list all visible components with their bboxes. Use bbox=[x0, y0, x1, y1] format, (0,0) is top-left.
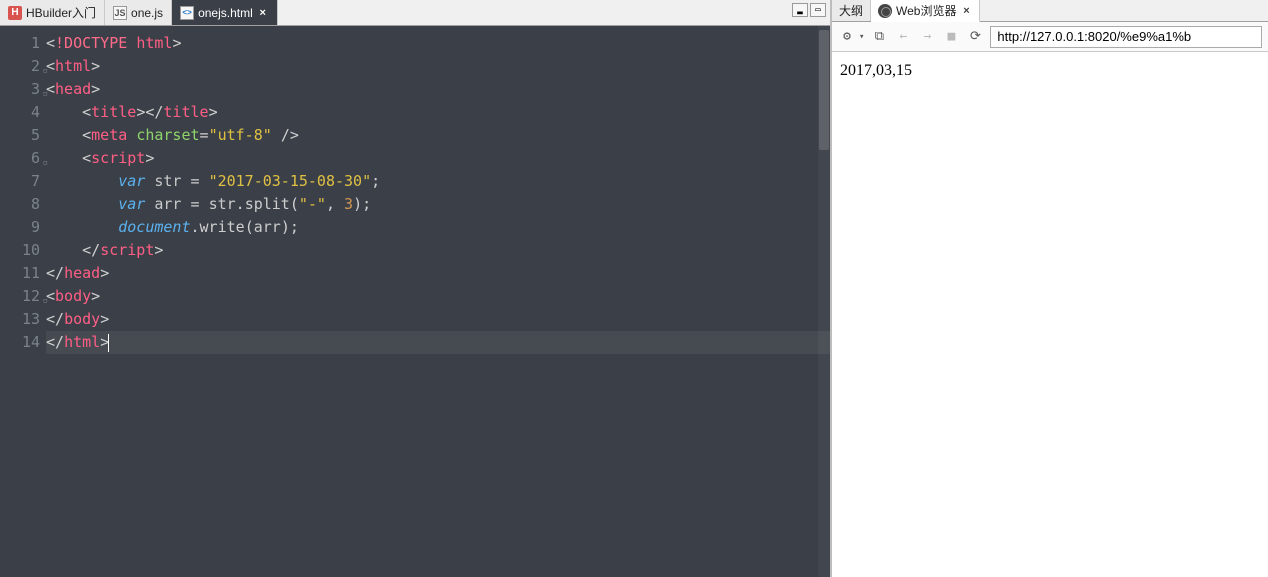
scrollbar-track bbox=[818, 26, 830, 577]
gear-dropdown-icon[interactable]: ▾ bbox=[859, 32, 864, 42]
line-number: 11 bbox=[0, 262, 46, 285]
line-number: 5 bbox=[0, 124, 46, 147]
editor-tabs: H HBuilder入门 JS one.js <> onejs.html × ▂… bbox=[0, 0, 830, 26]
code-line[interactable]: <meta charset="utf-8" /> bbox=[46, 124, 830, 147]
back-button[interactable]: ← bbox=[894, 28, 912, 46]
gear-icon[interactable]: ⚙ bbox=[838, 28, 856, 46]
code-line[interactable]: <title></title> bbox=[46, 101, 830, 124]
text-cursor bbox=[108, 334, 109, 352]
code-line[interactable]: </html> bbox=[46, 331, 830, 354]
stop-button[interactable]: ■ bbox=[942, 28, 960, 46]
code-editor[interactable]: 12▫3▫456▫789101112▫1314 <!DOCTYPE html><… bbox=[0, 26, 830, 577]
tab-onejs[interactable]: JS one.js bbox=[105, 0, 172, 25]
code-line[interactable]: var str = "2017-03-15-08-30"; bbox=[46, 170, 830, 193]
tab-onejs-html[interactable]: <> onejs.html × bbox=[172, 0, 278, 25]
code-line[interactable]: <body> bbox=[46, 285, 830, 308]
close-icon[interactable]: × bbox=[257, 7, 269, 19]
minimize-button[interactable]: ▂ bbox=[792, 3, 808, 17]
tab-label: onejs.html bbox=[198, 6, 253, 20]
line-number: 14 bbox=[0, 331, 46, 354]
forward-button[interactable]: → bbox=[918, 28, 936, 46]
browser-viewport: 2017,03,15 bbox=[832, 52, 1268, 577]
line-number: 2▫ bbox=[0, 55, 46, 78]
right-tabs: 大纲 Web浏览器 × bbox=[832, 0, 1268, 22]
js-file-icon: JS bbox=[113, 6, 127, 20]
code-line[interactable]: </head> bbox=[46, 262, 830, 285]
scrollbar-thumb[interactable] bbox=[819, 30, 829, 150]
tab-label: 大纲 bbox=[839, 2, 863, 19]
line-number: 3▫ bbox=[0, 78, 46, 101]
line-number: 10 bbox=[0, 239, 46, 262]
window-controls: ▂ ▭ bbox=[792, 3, 826, 17]
code-line[interactable]: var arr = str.split("-", 3); bbox=[46, 193, 830, 216]
line-number: 4 bbox=[0, 101, 46, 124]
line-number: 8 bbox=[0, 193, 46, 216]
editor-panel: H HBuilder入门 JS one.js <> onejs.html × ▂… bbox=[0, 0, 832, 577]
maximize-button[interactable]: ▭ bbox=[810, 3, 826, 17]
tab-outline[interactable]: 大纲 bbox=[832, 0, 871, 21]
line-number: 13 bbox=[0, 308, 46, 331]
console-icon[interactable]: ⧉ bbox=[870, 28, 888, 46]
tab-hbuilder-intro[interactable]: H HBuilder入门 bbox=[0, 0, 105, 25]
tab-label: one.js bbox=[131, 6, 163, 20]
code-area[interactable]: <!DOCTYPE html><html><head> <title></tit… bbox=[46, 26, 830, 577]
tab-label: Web浏览器 bbox=[896, 2, 956, 19]
code-line[interactable]: <!DOCTYPE html> bbox=[46, 32, 830, 55]
code-line[interactable]: <script> bbox=[46, 147, 830, 170]
line-number: 7 bbox=[0, 170, 46, 193]
url-input[interactable] bbox=[990, 26, 1262, 48]
page-output: 2017,03,15 bbox=[840, 62, 912, 79]
hbuilder-icon: H bbox=[8, 6, 22, 20]
refresh-button[interactable]: ⟳ bbox=[966, 28, 984, 46]
right-panel: 大纲 Web浏览器 × ⚙ ▾ ⧉ ← → ■ ⟳ 2017,03,15 bbox=[832, 0, 1268, 577]
close-icon[interactable]: × bbox=[960, 5, 972, 17]
line-number: 1 bbox=[0, 32, 46, 55]
code-line[interactable]: </body> bbox=[46, 308, 830, 331]
globe-icon bbox=[878, 4, 892, 18]
line-number: 12▫ bbox=[0, 285, 46, 308]
tab-label: HBuilder入门 bbox=[26, 4, 96, 21]
code-line[interactable]: <html> bbox=[46, 55, 830, 78]
code-line[interactable]: <head> bbox=[46, 78, 830, 101]
line-gutter: 12▫3▫456▫789101112▫1314 bbox=[0, 26, 46, 577]
line-number: 9 bbox=[0, 216, 46, 239]
html-file-icon: <> bbox=[180, 6, 194, 20]
code-line[interactable]: document.write(arr); bbox=[46, 216, 830, 239]
tab-web-browser[interactable]: Web浏览器 × bbox=[871, 0, 980, 22]
code-line[interactable]: </script> bbox=[46, 239, 830, 262]
browser-toolbar: ⚙ ▾ ⧉ ← → ■ ⟳ bbox=[832, 22, 1268, 52]
line-number: 6▫ bbox=[0, 147, 46, 170]
